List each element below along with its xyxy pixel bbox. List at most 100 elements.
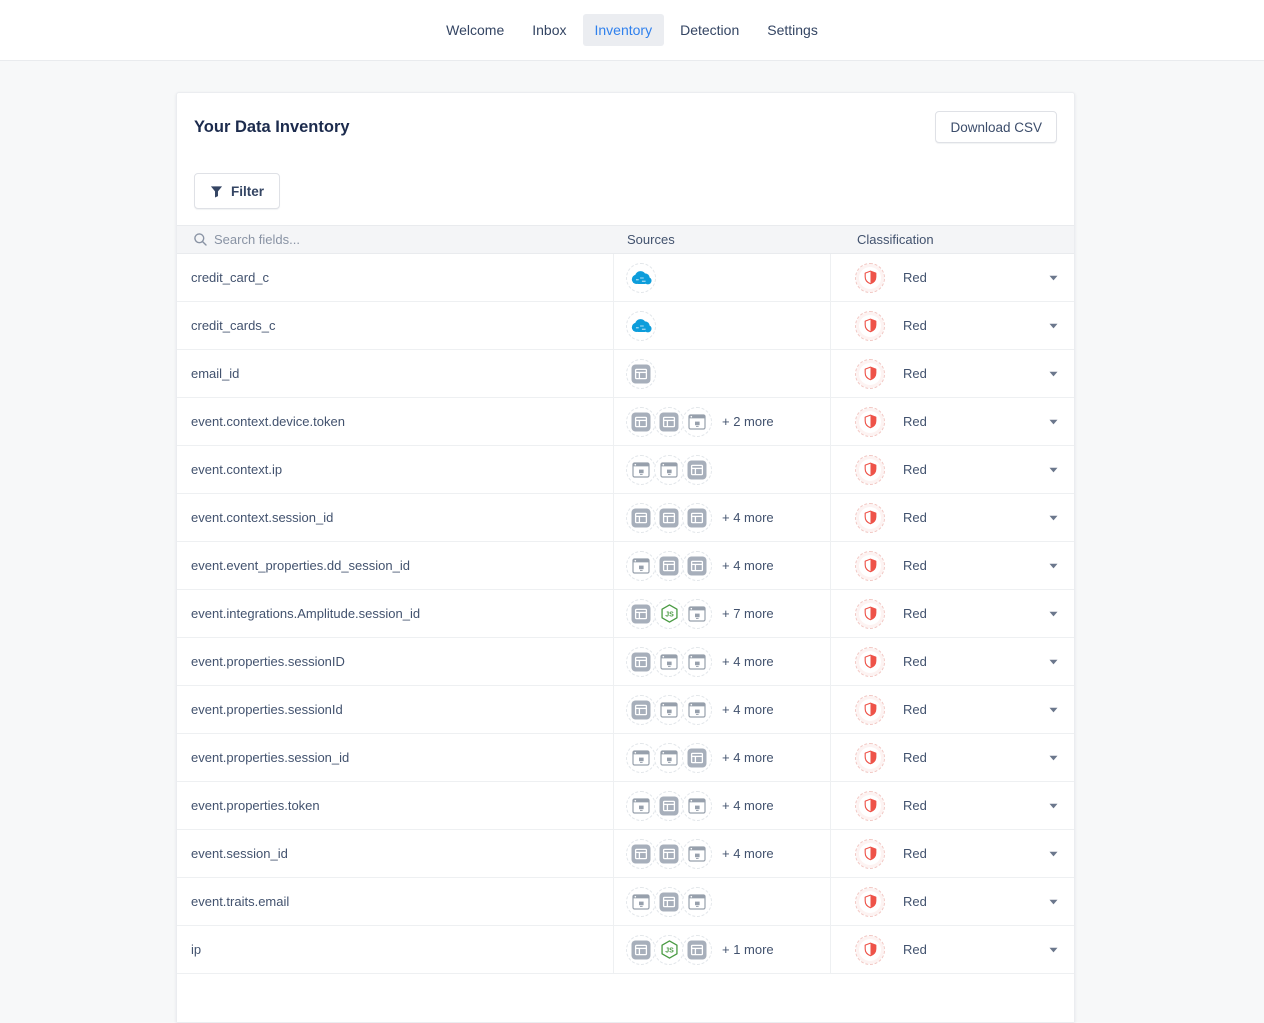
app-window-icon: [682, 743, 712, 773]
classification-dropdown[interactable]: Red: [855, 455, 1058, 485]
chevron-down-icon: [1049, 851, 1058, 857]
browser-window-icon: [626, 551, 656, 581]
app-window-icon: [654, 551, 684, 581]
classification-dropdown[interactable]: Red: [855, 359, 1058, 389]
filter-button[interactable]: Filter: [194, 173, 280, 209]
table-row[interactable]: event.integrations.Amplitude.session_id …: [177, 590, 1074, 638]
classification-dropdown[interactable]: Red: [855, 695, 1058, 725]
classification-dropdown[interactable]: Red: [855, 935, 1058, 965]
table-row[interactable]: event.properties.token + 4 more Red: [177, 782, 1074, 830]
classification-dropdown[interactable]: Red: [855, 263, 1058, 293]
nav-item-detection[interactable]: Detection: [668, 14, 751, 46]
more-sources-label: + 4 more: [722, 654, 774, 669]
table-row[interactable]: event.context.session_id + 4 more Red: [177, 494, 1074, 542]
classification-dropdown[interactable]: Red: [855, 887, 1058, 917]
classification-dropdown[interactable]: Red: [855, 791, 1058, 821]
salesforce-icon: [626, 311, 656, 341]
browser-window-icon: [654, 743, 684, 773]
field-name: event.properties.sessionID: [177, 638, 613, 685]
more-sources-label: + 7 more: [722, 606, 774, 621]
nav-item-inbox[interactable]: Inbox: [520, 14, 578, 46]
table-row[interactable]: event.context.device.token + 2 more Red: [177, 398, 1074, 446]
classification-dropdown[interactable]: Red: [855, 599, 1058, 629]
classification-cell: Red: [830, 254, 1074, 301]
data-inventory-card: Your Data Inventory Download CSV Filter …: [176, 92, 1075, 1023]
classification-cell: Red: [830, 446, 1074, 493]
field-name: event.traits.email: [177, 878, 613, 925]
classification-cell: Red: [830, 494, 1074, 541]
source-icons: [626, 455, 710, 485]
shield-icon: [855, 359, 885, 389]
source-icons: [626, 839, 710, 869]
shield-icon: [855, 551, 885, 581]
nav-item-settings[interactable]: Settings: [755, 14, 830, 46]
classification-value: Red: [903, 366, 927, 381]
table-row[interactable]: event.event_properties.dd_session_id + 4…: [177, 542, 1074, 590]
source-icons: [626, 695, 710, 725]
classification-dropdown[interactable]: Red: [855, 839, 1058, 869]
table-row-partial: [177, 974, 1074, 1022]
table-row[interactable]: event.properties.sessionID + 4 more Red: [177, 638, 1074, 686]
more-sources-label: + 4 more: [722, 798, 774, 813]
chevron-down-icon: [1049, 371, 1058, 377]
sources-cell: + 2 more: [613, 398, 830, 445]
classification-value: Red: [903, 702, 927, 717]
browser-window-icon: [626, 887, 656, 917]
search-input[interactable]: [214, 232, 534, 247]
classification-value: Red: [903, 510, 927, 525]
app-window-icon: [682, 503, 712, 533]
table-row[interactable]: event.properties.session_id + 4 more Red: [177, 734, 1074, 782]
sources-cell: JS + 7 more: [613, 590, 830, 637]
chevron-down-icon: [1049, 611, 1058, 617]
shield-icon: [855, 743, 885, 773]
classification-cell: Red: [830, 686, 1074, 733]
nav-item-welcome[interactable]: Welcome: [434, 14, 516, 46]
filter-funnel-icon: [210, 185, 223, 198]
app-window-icon: [626, 359, 656, 389]
app-window-icon: [626, 695, 656, 725]
classification-dropdown[interactable]: Red: [855, 551, 1058, 581]
classification-dropdown[interactable]: Red: [855, 311, 1058, 341]
app-window-icon: [682, 935, 712, 965]
classification-value: Red: [903, 606, 927, 621]
field-name: credit_card_c: [177, 254, 613, 301]
classification-dropdown[interactable]: Red: [855, 503, 1058, 533]
classification-cell: Red: [830, 302, 1074, 349]
classification-dropdown[interactable]: Red: [855, 647, 1058, 677]
browser-window-icon: [682, 887, 712, 917]
app-window-icon: [654, 407, 684, 437]
shield-icon: [855, 887, 885, 917]
download-csv-button[interactable]: Download CSV: [935, 111, 1057, 143]
classification-cell: Red: [830, 542, 1074, 589]
classification-dropdown[interactable]: Red: [855, 743, 1058, 773]
salesforce-icon: [626, 263, 656, 293]
chevron-down-icon: [1049, 323, 1058, 329]
browser-window-icon: [654, 647, 684, 677]
table-row[interactable]: event.session_id + 4 more Red: [177, 830, 1074, 878]
source-icons: JS: [626, 935, 710, 965]
table-row[interactable]: event.context.ip Red: [177, 446, 1074, 494]
table-row[interactable]: ip JS + 1 more Red: [177, 926, 1074, 974]
nav-item-inventory[interactable]: Inventory: [583, 14, 665, 46]
table-row[interactable]: credit_cards_c Red: [177, 302, 1074, 350]
sources-cell: + 4 more: [613, 830, 830, 877]
app-window-icon: [626, 407, 656, 437]
field-name: event.integrations.Amplitude.session_id: [177, 590, 613, 637]
classification-value: Red: [903, 894, 927, 909]
more-sources-label: + 2 more: [722, 414, 774, 429]
table-row[interactable]: email_id Red: [177, 350, 1074, 398]
classification-dropdown[interactable]: Red: [855, 407, 1058, 437]
card-header: Your Data Inventory Download CSV: [177, 93, 1074, 143]
source-icons: [626, 263, 654, 293]
sources-cell: + 4 more: [613, 686, 830, 733]
sources-cell: + 4 more: [613, 494, 830, 541]
table-row[interactable]: event.properties.sessionId + 4 more Red: [177, 686, 1074, 734]
table-row[interactable]: credit_card_c Red: [177, 254, 1074, 302]
classification-cell: Red: [830, 638, 1074, 685]
field-name: event.context.ip: [177, 446, 613, 493]
shield-icon: [855, 263, 885, 293]
svg-text:JS: JS: [665, 611, 674, 618]
classification-value: Red: [903, 462, 927, 477]
nodejs-icon: JS: [654, 935, 684, 965]
table-row[interactable]: event.traits.email Red: [177, 878, 1074, 926]
